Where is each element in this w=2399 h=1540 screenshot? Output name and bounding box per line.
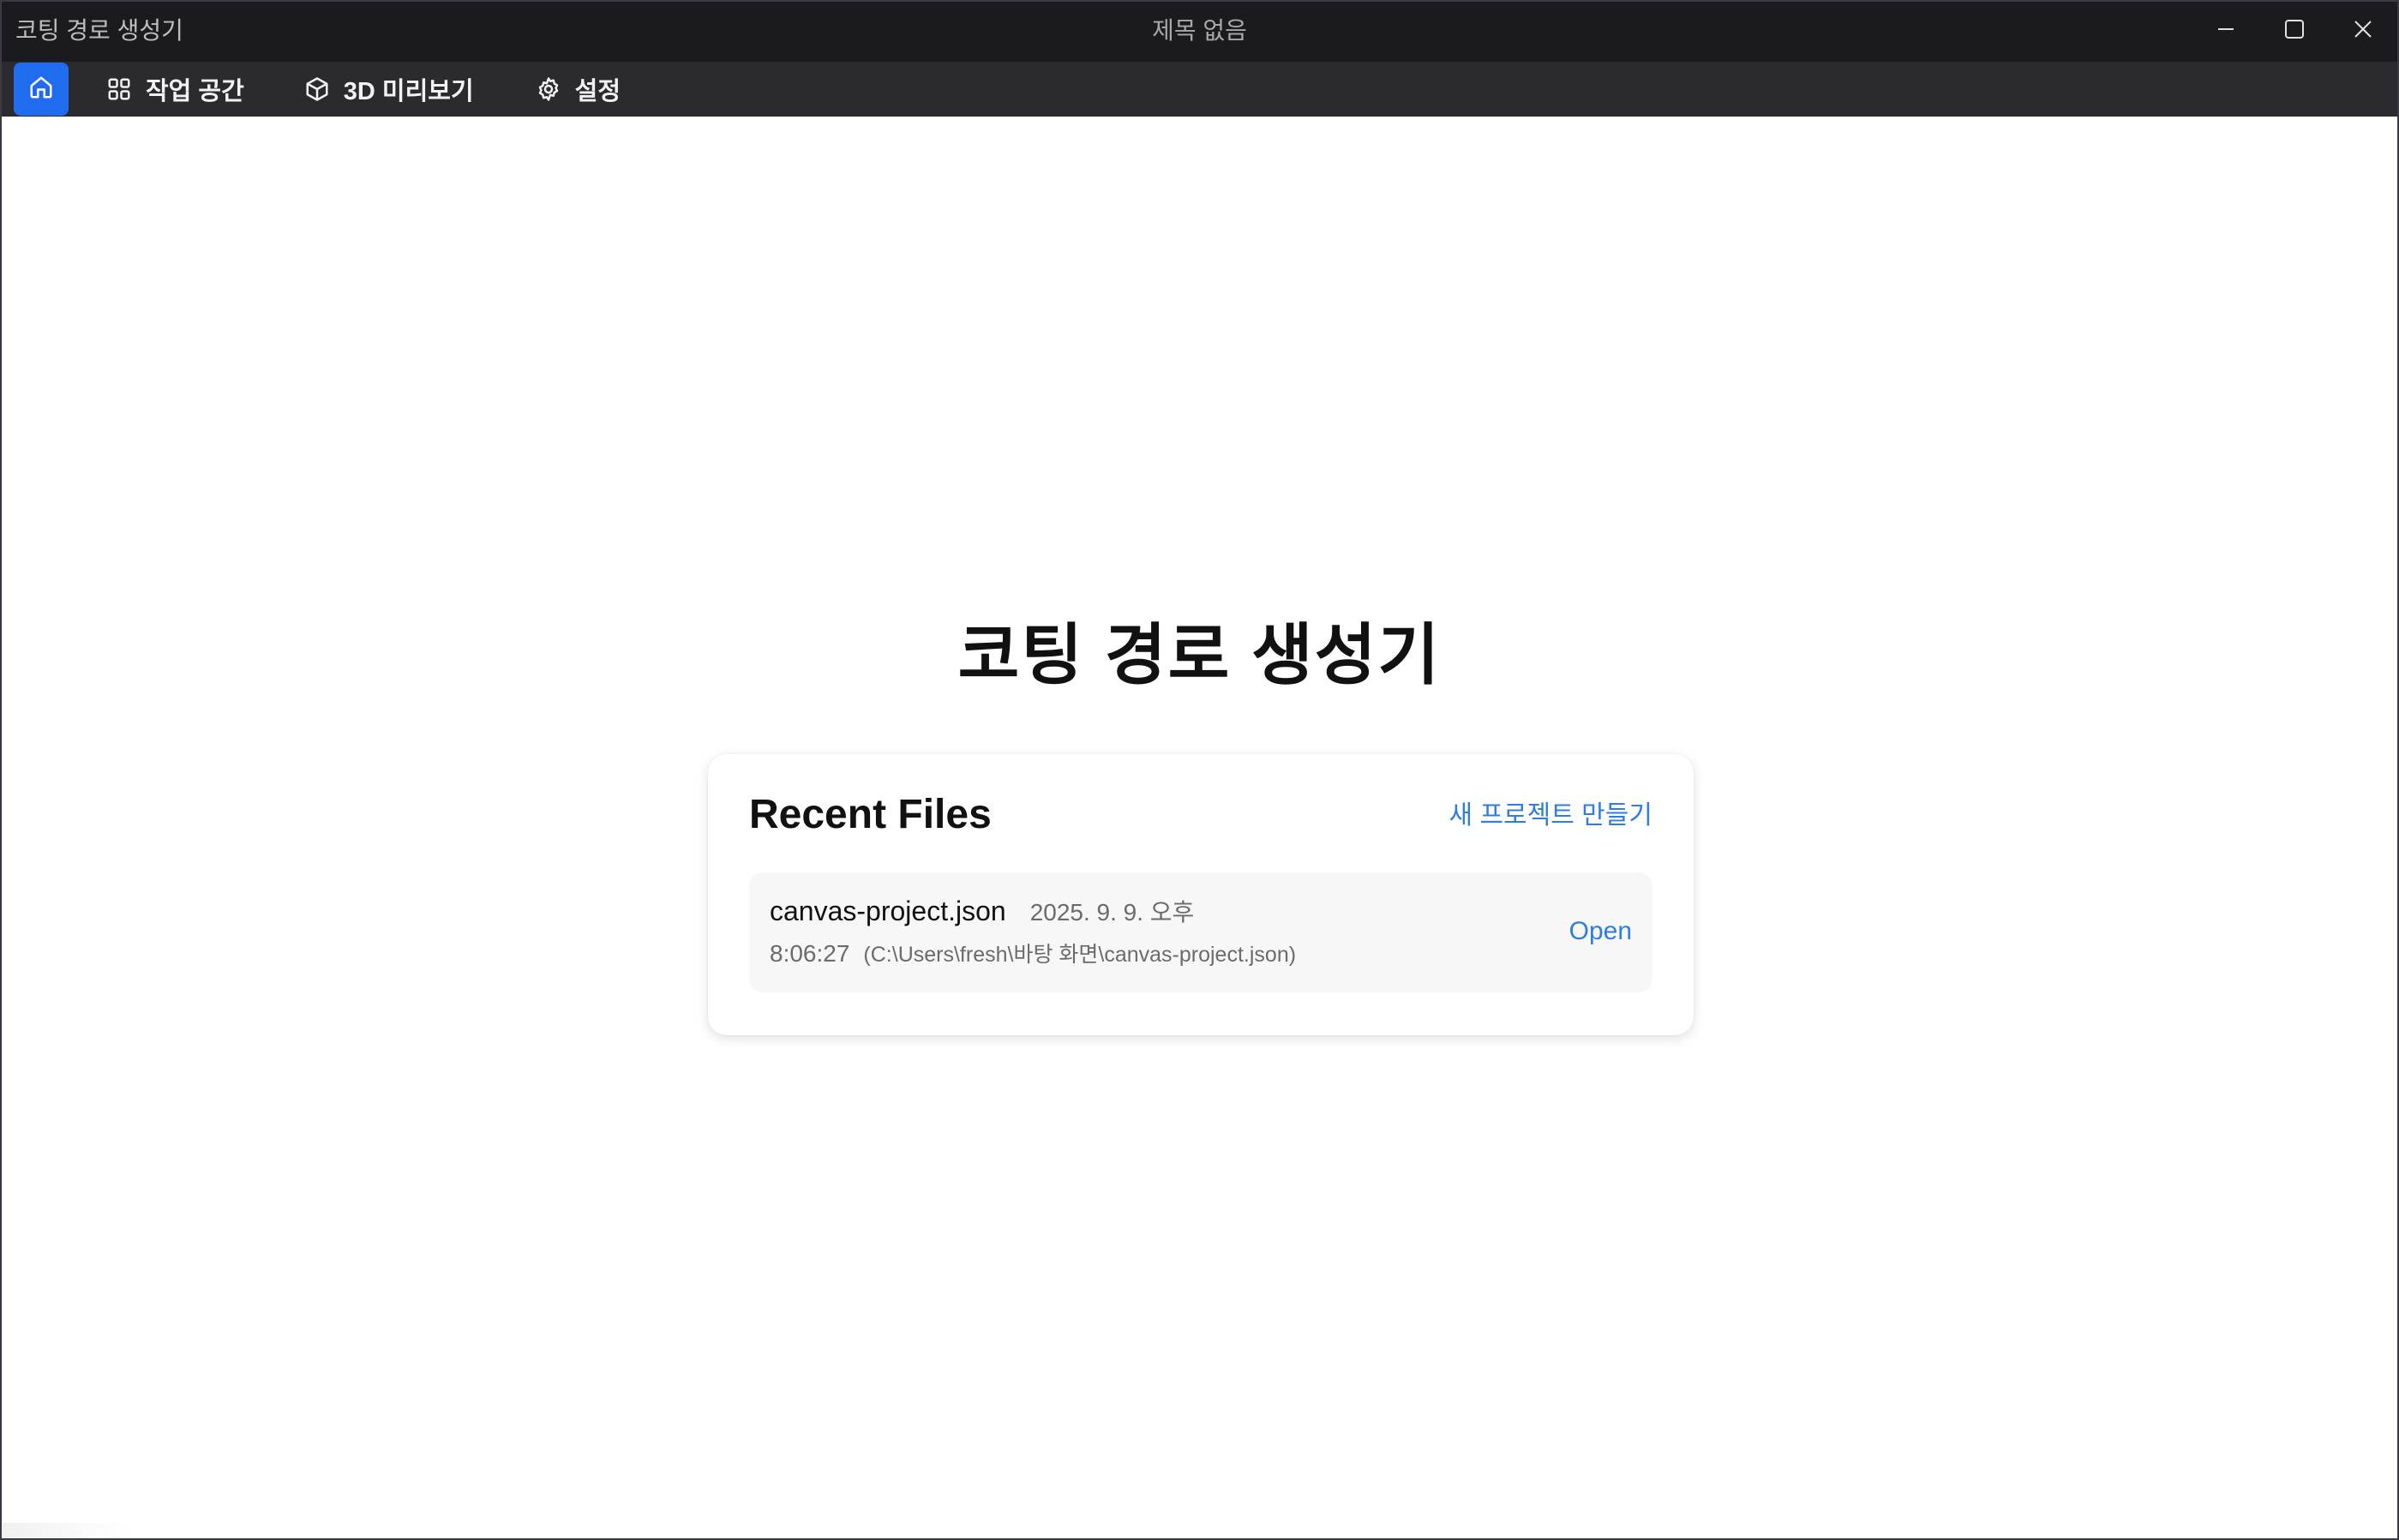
home-button[interactable]	[14, 63, 69, 116]
new-project-link[interactable]: 새 프로젝트 만들기	[1449, 799, 1652, 833]
file-name: canvas-project.json	[770, 896, 1006, 926]
corner-shadow	[2, 1523, 130, 1538]
cube-icon	[304, 76, 330, 102]
gear-icon	[536, 76, 561, 102]
page-title: 코팅 경로 생성기	[957, 617, 1442, 692]
close-icon	[2353, 19, 2373, 44]
open-file-link[interactable]: Open	[1569, 914, 1632, 950]
recent-file-item[interactable]: canvas-project.json 2025. 9. 9. 오후 8:06:2…	[749, 872, 1652, 992]
file-path: (C:\Users\fresh\바탕 화면\canvas-project.jso…	[863, 943, 1297, 967]
grid-icon	[106, 76, 132, 102]
minimize-button[interactable]	[2192, 2, 2260, 60]
home-icon	[28, 75, 54, 105]
file-date: 2025. 9. 9. 오후	[1029, 899, 1195, 926]
tab-workspace[interactable]: 작업 공간	[89, 63, 263, 116]
recent-files-heading: Recent Files	[749, 792, 992, 837]
tab-settings-label: 설정	[574, 78, 621, 105]
minimize-icon	[2216, 20, 2235, 43]
file-time: 8:06:27	[770, 940, 850, 967]
maximize-icon	[2284, 19, 2305, 44]
close-button[interactable]	[2329, 2, 2397, 60]
app-window: 코팅 경로 생성기 제목 없음 작업 공간 3D 미리보기 설정 코팅 경로 생…	[0, 0, 2399, 1540]
maximize-button[interactable]	[2260, 2, 2329, 60]
tab-3d-preview[interactable]: 3D 미리보기	[287, 63, 493, 116]
tab-settings[interactable]: 설정	[519, 63, 639, 116]
document-title: 제목 없음	[1152, 17, 1247, 44]
title-bar[interactable]: 코팅 경로 생성기 제목 없음	[2, 2, 2397, 62]
tab-3d-preview-label: 3D 미리보기	[343, 78, 474, 105]
tab-workspace-label: 작업 공간	[146, 78, 244, 105]
main-toolbar: 작업 공간 3D 미리보기 설정	[2, 62, 2397, 117]
recent-files-card: Recent Files 새 프로젝트 만들기 canvas-project.j…	[708, 754, 1694, 1035]
